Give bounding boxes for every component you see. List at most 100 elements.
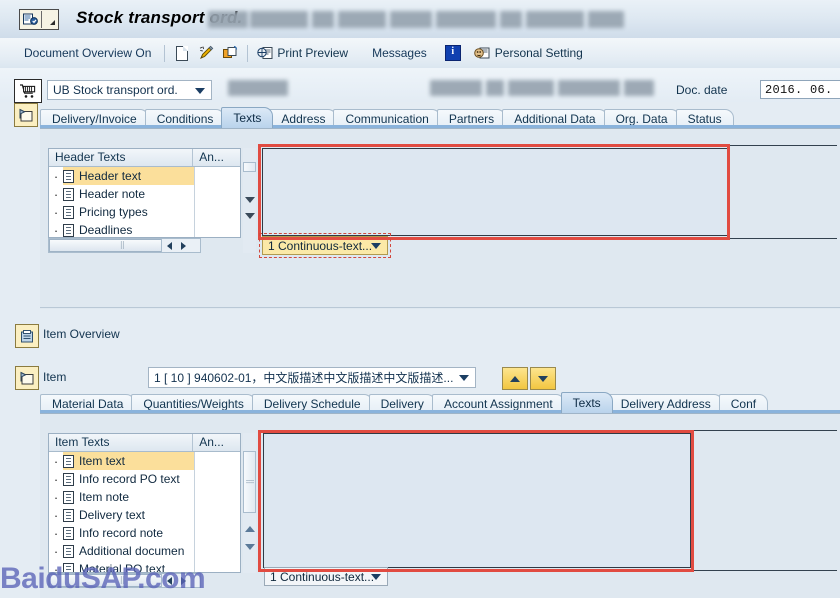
redacted-title-block — [208, 11, 248, 28]
tab-texts[interactable]: Texts — [221, 107, 274, 128]
item-text-row[interactable]: · Delivery text — [49, 506, 240, 524]
header-text-row-label: Header note — [79, 187, 146, 201]
item-text-row-label: Info record PO text — [79, 472, 180, 486]
bullet-icon: · — [53, 186, 59, 202]
tab-label: Delivery — [380, 397, 424, 411]
item-text-row[interactable]: · Additional documen — [49, 542, 240, 560]
item-texts-splitter[interactable]: ⣿ — [243, 433, 256, 573]
tab-label: Texts — [233, 111, 262, 125]
document-type-value: UB Stock transport ord. — [53, 83, 178, 97]
item-previous-button[interactable] — [502, 367, 528, 390]
redacted-field-block — [430, 80, 482, 96]
item-next-button[interactable] — [530, 367, 556, 390]
tab-label: Conditions — [156, 112, 214, 126]
bullet-icon: · — [53, 453, 59, 469]
item-detail-toggle-button[interactable] — [15, 366, 39, 390]
tab-label: Address — [281, 112, 326, 126]
chevron-down-icon — [371, 243, 381, 249]
document-overview-button[interactable]: Document Overview On — [16, 42, 159, 64]
personal-setting-icon — [472, 43, 494, 63]
item-texts-col-an[interactable]: An... — [193, 434, 240, 451]
doc-date-input[interactable]: 2016. 06. 29 — [760, 80, 840, 99]
header-texts-scroll-right-button[interactable] — [176, 238, 190, 253]
item-overview-button[interactable] — [15, 324, 39, 348]
header-text-row[interactable]: · Pricing types — [49, 203, 240, 221]
document-icon — [63, 187, 74, 201]
header-texts-col-an[interactable]: An... — [193, 149, 240, 166]
header-text-row[interactable]: · Deadlines — [49, 221, 240, 238]
redacted-field-block — [508, 80, 554, 96]
messages-button[interactable]: Messages — [364, 42, 435, 64]
toolbar-divider — [247, 44, 249, 62]
item-text-row[interactable]: · Info record PO text — [49, 470, 240, 488]
item-text-row[interactable]: · Item note — [49, 488, 240, 506]
item-text-row-label: Info record note — [79, 526, 164, 540]
item-text-row[interactable]: · Item text — [49, 452, 240, 470]
header-text-format-select[interactable]: 1 Continuous-text... — [262, 236, 388, 255]
personal-setting-label: Personal Setting — [494, 46, 583, 60]
bullet-icon: · — [53, 222, 59, 238]
item-texts-column-splitter[interactable] — [194, 452, 195, 572]
item-text-format-value: 1 Continuous-text... — [270, 569, 375, 584]
grip-icon: ⣿ — [119, 241, 127, 249]
sap-logo-icon — [20, 11, 41, 28]
tab-label: Delivery Address — [620, 397, 711, 411]
header-text-row[interactable]: · Header text — [49, 167, 240, 185]
new-document-icon[interactable] — [171, 43, 193, 63]
chevron-down-icon — [459, 375, 469, 381]
document-icon — [63, 223, 74, 237]
tab-label: Delivery Schedule — [263, 397, 361, 411]
header-texts-splitter-up-button[interactable] — [245, 197, 255, 203]
redacted-field-block — [558, 80, 620, 96]
copy-hold-icon[interactable] — [219, 43, 241, 63]
header-texts-scroll-left-button[interactable] — [162, 238, 176, 253]
tab-label: Material Data — [52, 397, 124, 411]
item-label: Item — [43, 370, 67, 384]
doc-date-label: Doc. date — [676, 83, 728, 97]
print-preview-icon — [254, 43, 276, 63]
redacted-title-block — [588, 11, 624, 28]
watermark: BaiduSAP.com — [0, 562, 206, 595]
item-texts-tree[interactable]: Item Texts An... · Item text · Info record … — [48, 433, 241, 573]
redacted-title-block — [390, 11, 432, 28]
chevron-down-icon[interactable] — [42, 11, 58, 28]
bullet-icon: · — [53, 507, 59, 523]
header-texts-tree[interactable]: Header Texts An... · Header text · Header n… — [48, 148, 241, 238]
tab-label: Account Assignment — [443, 397, 553, 411]
item-text-format-select[interactable]: 1 Continuous-text... — [264, 567, 388, 586]
header-texts-column-splitter[interactable] — [194, 167, 195, 237]
print-preview-button[interactable]: Print Preview — [253, 42, 348, 64]
tab-label: Status — [687, 112, 722, 126]
arrow-down-icon — [538, 375, 548, 382]
item-texts-tree-body: · Item text · Info record PO text · Item note… — [49, 452, 240, 572]
header-texts-splitter-thumb[interactable] — [243, 162, 256, 172]
item-texts-col-name[interactable]: Item Texts — [49, 434, 194, 451]
header-text-row[interactable]: · Header note — [49, 185, 240, 203]
header-detail-toggle-button[interactable] — [14, 103, 38, 127]
document-type-select[interactable]: UB Stock transport ord. — [47, 80, 212, 100]
shopping-cart-icon[interactable] — [14, 79, 42, 103]
redacted-field-block — [486, 80, 504, 96]
redacted-title-block — [436, 11, 496, 28]
header-texts-col-name[interactable]: Header Texts — [49, 149, 194, 166]
grip-icon: ⣿ — [246, 478, 253, 486]
toolbar-divider — [164, 44, 166, 62]
tab-texts[interactable]: Texts — [560, 392, 613, 413]
system-menu-button[interactable] — [19, 9, 59, 30]
header-texts-hscroll-buttons[interactable] — [161, 238, 201, 253]
item-texts-splitter-thumb[interactable]: ⣿ — [243, 451, 256, 513]
item-texts-splitter-up-button[interactable] — [245, 526, 255, 532]
item-select[interactable]: 1 [ 10 ] 940602-01，中文版描述中文版描述中文版描述... — [148, 367, 476, 388]
item-texts-splitter-down-button[interactable] — [245, 544, 255, 550]
info-icon[interactable]: i — [442, 43, 464, 63]
item-texts-tree-header: Item Texts An... — [49, 434, 240, 452]
item-text-row[interactable]: · Info record note — [49, 524, 240, 542]
pencil-icon[interactable] — [195, 43, 217, 63]
header-texts-splitter-down-button[interactable] — [245, 213, 255, 219]
tab-label: Communication — [345, 112, 429, 126]
item-text-row-label: Delivery text — [79, 508, 146, 522]
item-overview-label: Item Overview — [43, 327, 120, 341]
redacted-title-block — [312, 11, 334, 28]
title-bar: Stock transport ord. — [0, 0, 840, 39]
personal-setting-button[interactable]: Personal Setting — [471, 42, 583, 64]
